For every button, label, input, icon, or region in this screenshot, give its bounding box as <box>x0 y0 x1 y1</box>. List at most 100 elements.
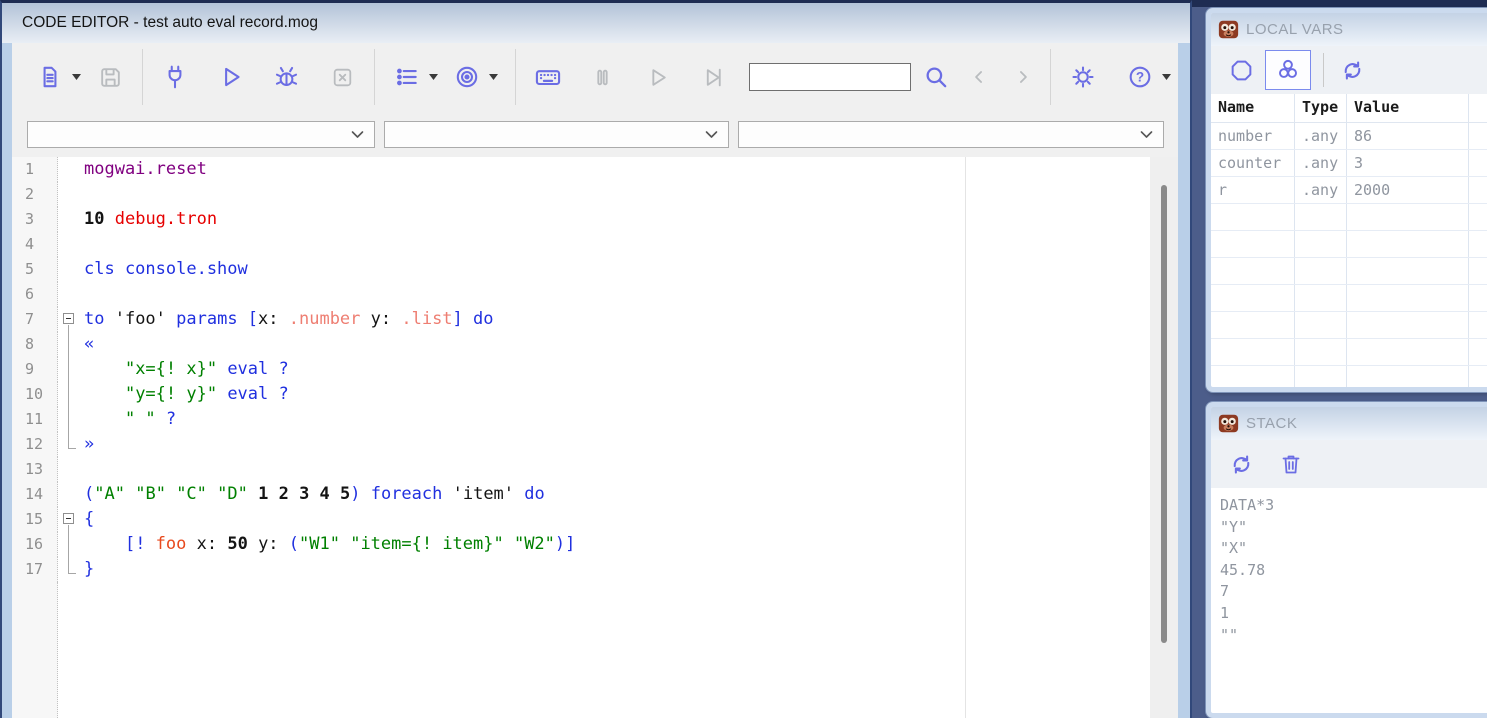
symbol-selector-3[interactable] <box>738 121 1164 148</box>
code-line[interactable]: 12 » <box>12 432 1150 457</box>
code-line[interactable]: 6 <box>12 282 1150 307</box>
code-line-content[interactable]: » <box>84 432 1150 457</box>
code-line[interactable]: 11 " " ? <box>12 407 1150 432</box>
column-header-type[interactable]: Type <box>1295 94 1347 122</box>
code-line[interactable]: 9 "x={! x}" eval ? <box>12 357 1150 382</box>
connect-button[interactable] <box>153 55 197 99</box>
code-token: « <box>84 334 94 354</box>
line-number[interactable]: 4 <box>12 232 58 257</box>
code-line[interactable]: 8« <box>12 332 1150 357</box>
var-row[interactable]: counter.any3 <box>1211 150 1487 177</box>
resume-button[interactable] <box>636 55 680 99</box>
list-button[interactable] <box>385 55 429 99</box>
code-line-content[interactable]: ("A" "B" "C" "D" 1 2 3 4 5) foreach 'ite… <box>84 482 1150 507</box>
watch-menu-caret[interactable] <box>489 74 503 80</box>
code-line[interactable]: 15 { <box>12 507 1150 532</box>
code-line[interactable]: 10 "y={! y}" eval ? <box>12 382 1150 407</box>
column-header-value[interactable]: Value <box>1347 94 1469 122</box>
code-line[interactable]: 4 <box>12 232 1150 257</box>
code-line[interactable]: 2 <box>12 182 1150 207</box>
code-line[interactable]: 1 mogwai.reset <box>12 157 1150 182</box>
search-input[interactable] <box>749 63 911 91</box>
watch-button[interactable] <box>445 55 489 99</box>
line-number[interactable]: 11 <box>12 407 58 432</box>
fold-collapse-button[interactable] <box>63 513 74 524</box>
code-line-content[interactable]: " " ? <box>84 407 1150 432</box>
code-line-content[interactable] <box>84 457 1150 482</box>
settings-button[interactable] <box>1061 55 1105 99</box>
code-line-content[interactable] <box>84 282 1150 307</box>
new-file-button[interactable] <box>28 55 72 99</box>
code-line-content[interactable]: [! foo x: 50 y: ("W1" "item={! item}" "W… <box>84 532 1150 557</box>
line-number[interactable]: 2 <box>12 182 58 207</box>
editor-vertical-scrollbar[interactable] <box>1150 157 1178 718</box>
pause-button[interactable] <box>580 55 624 99</box>
code-line[interactable]: 3 10 debug.tron <box>12 207 1150 232</box>
line-number[interactable]: 1 <box>12 157 58 182</box>
line-number[interactable]: 16 <box>12 532 58 557</box>
code-line-content[interactable]: cls console.show <box>84 257 1150 282</box>
code-filler[interactable] <box>84 582 1150 718</box>
code-line[interactable]: 17} <box>12 557 1150 582</box>
fold-collapse-button[interactable] <box>63 313 74 324</box>
code-line-content[interactable]: { <box>84 507 1150 532</box>
code-line[interactable]: 16 [! foo x: 50 y: ("W1" "item={! item}"… <box>12 532 1150 557</box>
find-next-button[interactable] <box>1006 55 1040 99</box>
cluster-view-button[interactable] <box>1265 50 1311 90</box>
find-prev-button[interactable] <box>962 55 996 99</box>
keyboard-button[interactable] <box>526 55 570 99</box>
code-line-content[interactable]: "y={! y}" eval ? <box>84 382 1150 407</box>
code-line-content[interactable] <box>84 182 1150 207</box>
clear-stack-button[interactable] <box>1271 444 1311 484</box>
step-end-button[interactable] <box>691 55 735 99</box>
line-number[interactable]: 9 <box>12 357 58 382</box>
line-number[interactable]: 6 <box>12 282 58 307</box>
code-line-content[interactable]: to 'foo' params [x: .number y: .list] do <box>84 307 1150 332</box>
code-line-content[interactable]: 10 debug.tron <box>84 207 1150 232</box>
code-line-content[interactable] <box>84 232 1150 257</box>
line-number[interactable]: 17 <box>12 557 58 582</box>
scrollbar-thumb[interactable] <box>1161 185 1167 643</box>
refresh-stack-button[interactable] <box>1221 444 1261 484</box>
code-line-content[interactable]: } <box>84 557 1150 582</box>
local-vars-titlebar[interactable]: LOCAL VARS <box>1211 13 1487 46</box>
line-number[interactable]: 13 <box>12 457 58 482</box>
stack-titlebar[interactable]: STACK <box>1211 407 1487 440</box>
save-button[interactable] <box>88 55 132 99</box>
column-header-name[interactable]: Name <box>1211 94 1295 122</box>
code-token: y: <box>360 309 401 329</box>
scope-octagon-button[interactable] <box>1221 50 1261 90</box>
debug-button[interactable] <box>264 55 308 99</box>
symbol-selector-1[interactable] <box>27 121 375 148</box>
line-number[interactable]: 5 <box>12 257 58 282</box>
boxed-x-icon <box>330 65 355 90</box>
refresh-vars-button[interactable] <box>1332 50 1372 90</box>
code-line[interactable]: 14 ("A" "B" "C" "D" 1 2 3 4 5) foreach 'i… <box>12 482 1150 507</box>
line-number[interactable]: 8 <box>12 332 58 357</box>
search-button[interactable] <box>919 55 953 99</box>
help-button[interactable]: ? <box>1118 55 1162 99</box>
stop-button[interactable] <box>320 55 364 99</box>
code-line-content[interactable]: "x={! x}" eval ? <box>84 357 1150 382</box>
line-number[interactable]: 12 <box>12 432 58 457</box>
help-menu-caret[interactable] <box>1162 74 1176 80</box>
window-titlebar[interactable]: CODE EDITOR - test auto eval record.mog <box>2 3 1190 43</box>
code-line-content[interactable]: « <box>84 332 1150 357</box>
code-editor[interactable]: 1 mogwai.reset 23 10 debug.tron 45 cls consol… <box>12 157 1178 718</box>
line-number[interactable]: 14 <box>12 482 58 507</box>
new-file-menu-caret[interactable] <box>72 74 86 80</box>
run-button[interactable] <box>209 55 253 99</box>
line-number[interactable]: 3 <box>12 207 58 232</box>
list-menu-caret[interactable] <box>429 74 443 80</box>
code-line[interactable]: 5 cls console.show <box>12 257 1150 282</box>
symbol-selector-2[interactable] <box>384 121 729 148</box>
code-line-content[interactable]: mogwai.reset <box>84 157 1150 182</box>
line-number[interactable]: 7 <box>12 307 58 332</box>
code-line[interactable]: 13 <box>12 457 1150 482</box>
code-line[interactable]: 7 to 'foo' params [x: .number y: .list] d… <box>12 307 1150 332</box>
line-number[interactable]: 15 <box>12 507 58 532</box>
var-row[interactable]: r.any2000 <box>1211 177 1487 204</box>
fold-margin <box>58 432 84 457</box>
line-number[interactable]: 10 <box>12 382 58 407</box>
var-row[interactable]: number.any86 <box>1211 123 1487 150</box>
